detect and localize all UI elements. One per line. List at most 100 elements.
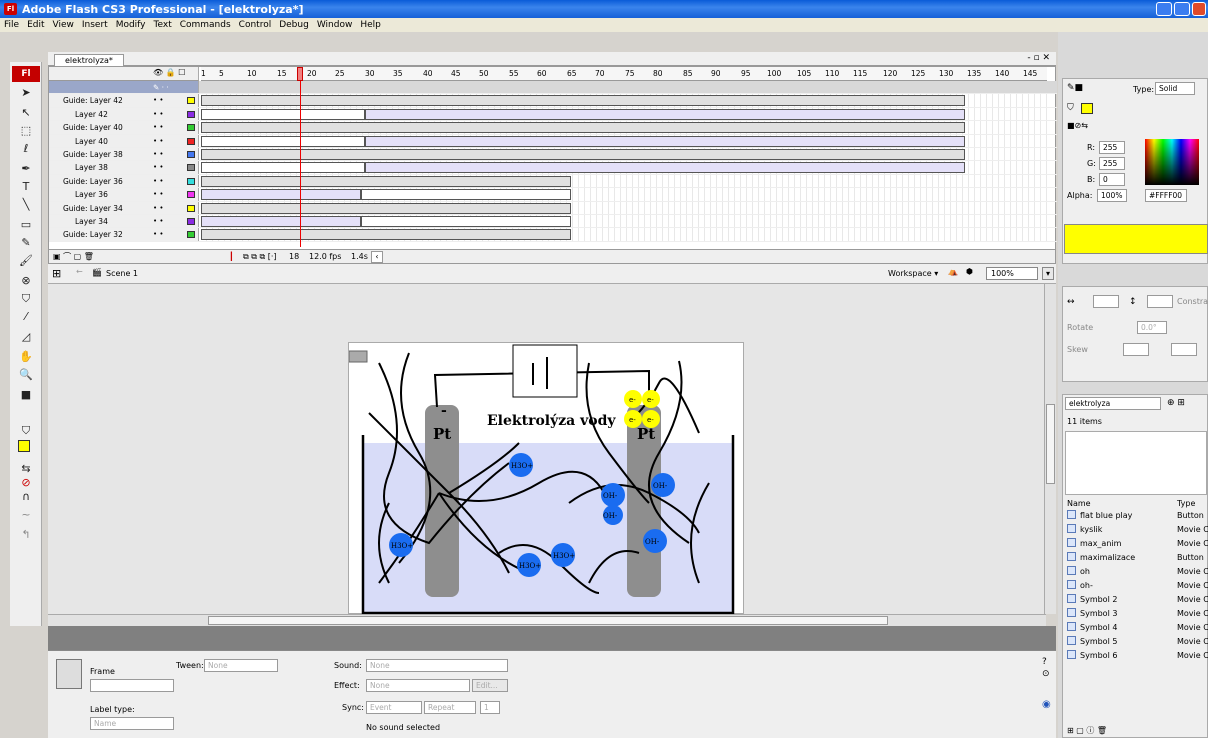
timeline-row[interactable]: Guide: Layer 32 • • bbox=[49, 228, 1057, 242]
library-item[interactable]: maximalizace Button bbox=[1067, 551, 1208, 565]
layer-visibility-dots[interactable]: • • bbox=[153, 228, 163, 241]
timeline-row[interactable]: Layer 42 • • bbox=[49, 107, 1057, 122]
library-item[interactable]: kyslik Movie C bbox=[1067, 523, 1208, 537]
layer-visibility-dots[interactable]: • • bbox=[153, 121, 163, 134]
menu-text[interactable]: Text bbox=[152, 20, 174, 30]
rotate-radio[interactable]: Rotate bbox=[1067, 323, 1093, 332]
layer-name[interactable]: Layer 40 bbox=[49, 134, 199, 147]
library-footer-icons[interactable]: ⊞ ▢ ⓘ 🗑 bbox=[1067, 725, 1107, 736]
hand-tool-icon[interactable]: ✋ bbox=[18, 350, 34, 364]
tween-select[interactable]: None bbox=[204, 659, 278, 672]
frame-cells[interactable] bbox=[201, 121, 1049, 134]
frame-cells[interactable] bbox=[201, 81, 1049, 94]
layer-color-swatch[interactable] bbox=[187, 164, 195, 172]
close-button[interactable] bbox=[1192, 2, 1206, 16]
frame-cells[interactable] bbox=[201, 94, 1049, 107]
layer-visibility-dots[interactable]: • • bbox=[153, 175, 163, 188]
layer-name[interactable]: Layer 34 bbox=[49, 215, 199, 228]
layer-color-swatch[interactable] bbox=[187, 177, 195, 185]
timeline-row[interactable]: Layer 40 • • bbox=[49, 134, 1057, 148]
timeline-row[interactable]: Layer 38 • • bbox=[49, 161, 1057, 175]
library-item[interactable]: Symbol 2 Movie C bbox=[1067, 593, 1208, 607]
layer-name[interactable]: Layer 38 bbox=[49, 161, 199, 174]
help-icon[interactable]: ? bbox=[1042, 657, 1047, 667]
workspace-menu[interactable]: Workspace ▾ bbox=[888, 269, 938, 278]
swap-colors-icon[interactable]: ■⊘⇆ bbox=[1067, 121, 1088, 130]
layer-color-swatch[interactable] bbox=[187, 191, 195, 199]
frame-cells[interactable] bbox=[201, 134, 1049, 147]
pencil-tool-icon[interactable]: ✎ bbox=[18, 236, 34, 250]
library-item[interactable]: Symbol 6 Movie C bbox=[1067, 649, 1208, 663]
library-item[interactable]: flat blue play Button bbox=[1067, 509, 1208, 523]
library-item[interactable]: Symbol 3 Movie C bbox=[1067, 607, 1208, 621]
constrain-label[interactable]: Constrain bbox=[1177, 297, 1208, 306]
add-layer-icon[interactable]: ▣ ⌒ ▢ 🗑 bbox=[53, 250, 94, 264]
paint-bucket-tool-icon[interactable]: ⛉ bbox=[18, 292, 34, 306]
stage-horizontal-scrollbar[interactable] bbox=[48, 614, 1046, 626]
layer-visibility-dots[interactable]: • • bbox=[153, 148, 163, 161]
layer-name[interactable]: Guide: Layer 36 bbox=[49, 174, 199, 188]
lasso-tool-icon[interactable]: ℓ bbox=[18, 142, 34, 156]
library-item[interactable]: oh Movie C bbox=[1067, 565, 1208, 579]
frame-cells[interactable] bbox=[201, 188, 1049, 201]
fill-color-icon[interactable]: ⛉ bbox=[1067, 103, 1074, 113]
layer-color-swatch[interactable] bbox=[187, 204, 195, 212]
layer-name[interactable]: Guide: Layer 40 bbox=[49, 121, 199, 134]
minimize-button[interactable] bbox=[1156, 2, 1172, 16]
timeline-row-selected[interactable]: ✎ · · bbox=[49, 81, 1057, 95]
timeline-row[interactable]: Guide: Layer 38 • • bbox=[49, 148, 1057, 162]
straighten-icon[interactable]: ↰ bbox=[18, 528, 34, 542]
rectangle-tool-icon[interactable]: ▭ bbox=[18, 218, 34, 232]
free-transform-tool-icon[interactable]: ⬚ bbox=[18, 124, 34, 138]
menu-insert[interactable]: Insert bbox=[80, 20, 110, 30]
back-arrow-icon[interactable]: ← bbox=[76, 267, 83, 276]
layer-visibility-dots[interactable]: • • bbox=[153, 202, 163, 215]
red-input[interactable]: 255 bbox=[1099, 141, 1125, 154]
layer-visibility-dots[interactable]: • • bbox=[153, 135, 163, 148]
stage-vertical-scrollbar[interactable] bbox=[1044, 284, 1056, 614]
frame-cells[interactable] bbox=[201, 201, 1049, 214]
fill-bucket-icon[interactable]: ⛉ bbox=[18, 424, 34, 438]
frame-ruler[interactable]: 1 5 10 15 20 25 30 35 40 45 50 55 60 65 … bbox=[201, 67, 1047, 81]
library-item[interactable]: oh- Movie C bbox=[1067, 579, 1208, 593]
frame-cells[interactable] bbox=[201, 161, 1049, 174]
layer-name[interactable]: Guide: Layer 42 bbox=[49, 94, 199, 107]
timeline-row[interactable]: Guide: Layer 36 • • bbox=[49, 174, 1057, 189]
frame-cells[interactable] bbox=[201, 174, 1049, 188]
menu-control[interactable]: Control bbox=[237, 20, 274, 30]
sound-select[interactable]: None bbox=[366, 659, 508, 672]
timeline-row[interactable]: Guide: Layer 40 • • bbox=[49, 121, 1057, 135]
sync-select[interactable]: Event bbox=[366, 701, 422, 714]
library-item[interactable]: Symbol 5 Movie C bbox=[1067, 635, 1208, 649]
menu-edit[interactable]: Edit bbox=[25, 20, 46, 30]
fill-type-select[interactable]: Solid bbox=[1155, 82, 1195, 95]
edit-scene-icon[interactable]: ⛺ bbox=[948, 267, 958, 276]
layer-color-swatch[interactable] bbox=[187, 218, 195, 225]
pin-library-icon[interactable]: ⊕ ⊞ bbox=[1167, 398, 1185, 408]
layer-color-swatch[interactable] bbox=[187, 97, 195, 105]
edit-button[interactable]: Edit... bbox=[472, 679, 508, 692]
menu-window[interactable]: Window bbox=[315, 20, 355, 30]
repeat-count-input[interactable]: 1 bbox=[480, 701, 500, 714]
no-color-icon[interactable]: ⊘ bbox=[18, 476, 34, 490]
layer-visibility-dots[interactable]: • • bbox=[153, 215, 163, 228]
layer-color-swatch[interactable] bbox=[187, 151, 195, 158]
zoom-field[interactable]: 100% bbox=[986, 267, 1038, 280]
stroke-color-icon[interactable]: ✎■ bbox=[1067, 83, 1083, 93]
frame-name-input[interactable] bbox=[90, 679, 174, 692]
hex-input[interactable]: #FFFF00 bbox=[1145, 189, 1187, 202]
layer-visibility-dots[interactable]: • • bbox=[153, 108, 163, 121]
zoom-tool-icon[interactable]: 🔍 bbox=[18, 368, 34, 382]
edit-accessibility-icon[interactable]: ⊙ bbox=[1042, 669, 1050, 679]
timeline-toggle-icon[interactable]: ⊞ bbox=[52, 267, 61, 280]
library-item[interactable]: max_anim Movie C bbox=[1067, 537, 1208, 551]
menu-modify[interactable]: Modify bbox=[114, 20, 148, 30]
stroke-color-icon[interactable]: ■ bbox=[18, 388, 34, 402]
text-tool-icon[interactable]: T bbox=[18, 180, 34, 194]
smooth-icon[interactable]: ~ bbox=[18, 508, 34, 522]
library-item[interactable]: Symbol 4 Movie C bbox=[1067, 621, 1208, 635]
menu-debug[interactable]: Debug bbox=[277, 20, 311, 30]
layer-visibility-dots[interactable]: • • bbox=[153, 161, 163, 174]
pen-tool-icon[interactable]: ✒ bbox=[18, 162, 34, 176]
timeline-row[interactable]: Layer 34 • • bbox=[49, 215, 1057, 229]
